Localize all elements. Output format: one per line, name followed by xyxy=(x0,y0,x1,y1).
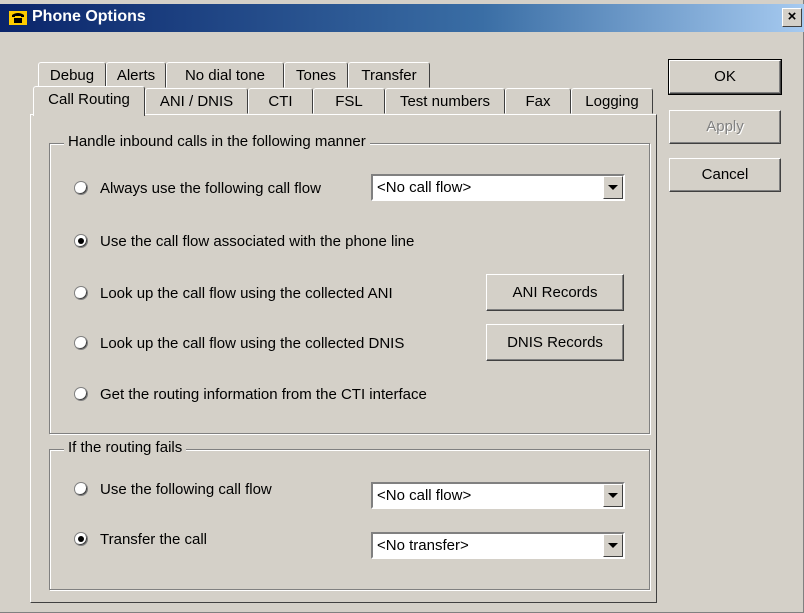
radio-button[interactable] xyxy=(74,532,88,546)
radio-lookup-dnis[interactable]: Look up the call flow using the collecte… xyxy=(74,333,404,353)
tab-cti[interactable]: CTI xyxy=(248,88,313,114)
tab-transfer[interactable]: Transfer xyxy=(348,62,430,88)
inbound-group-label: Handle inbound calls in the following ma… xyxy=(64,133,370,150)
radio-cti-routing[interactable]: Get the routing information from the CTI… xyxy=(74,384,427,404)
tab-tones[interactable]: Tones xyxy=(284,62,348,88)
call-routing-panel: Handle inbound calls in the following ma… xyxy=(30,114,657,603)
radio-label: Use the call flow associated with the ph… xyxy=(100,232,415,250)
chevron-down-icon[interactable] xyxy=(603,534,623,557)
radio-label: Always use the following call flow xyxy=(100,179,321,197)
phone-options-dialog: Phone Options × Debug Alerts No dial ton… xyxy=(0,0,804,613)
tab-call-routing[interactable]: Call Routing xyxy=(33,86,145,116)
radio-button[interactable] xyxy=(74,286,88,300)
tab-test-numbers[interactable]: Test numbers xyxy=(385,88,505,114)
routing-fails-group-label: If the routing fails xyxy=(64,439,187,456)
fail-call-flow-combo[interactable]: <No call flow> xyxy=(371,482,625,509)
title-bar: Phone Options × xyxy=(0,4,804,32)
close-button[interactable]: × xyxy=(782,8,802,27)
tab-fsl[interactable]: FSL xyxy=(313,88,385,114)
tab-fax[interactable]: Fax xyxy=(505,88,571,114)
tab-logging[interactable]: Logging xyxy=(571,88,653,114)
window-title: Phone Options xyxy=(32,8,146,25)
combo-value: <No call flow> xyxy=(377,487,472,504)
radio-lookup-ani[interactable]: Look up the call flow using the collecte… xyxy=(74,283,393,303)
chevron-down-icon[interactable] xyxy=(603,176,623,199)
radio-button[interactable] xyxy=(74,336,88,350)
radio-label: Use the following call flow xyxy=(100,480,272,498)
radio-button[interactable] xyxy=(74,181,88,195)
phone-icon xyxy=(9,11,27,25)
combo-value: <No call flow> xyxy=(377,179,472,196)
routing-fails-group: If the routing fails Use the following c… xyxy=(49,439,650,590)
inbound-group: Handle inbound calls in the following ma… xyxy=(49,133,650,434)
radio-label: Look up the call flow using the collecte… xyxy=(100,334,405,352)
radio-always-use-call-flow[interactable]: Always use the following call flow xyxy=(74,178,321,198)
tab-alerts[interactable]: Alerts xyxy=(106,62,166,88)
dnis-records-button[interactable]: DNIS Records xyxy=(486,324,624,361)
radio-label: Get the routing information from the CTI… xyxy=(100,385,427,403)
tab-no-dial-tone[interactable]: No dial tone xyxy=(166,62,284,88)
radio-use-phone-line-call-flow[interactable]: Use the call flow associated with the ph… xyxy=(74,231,414,251)
radio-use-following-call-flow[interactable]: Use the following call flow xyxy=(74,479,272,499)
radio-transfer-call[interactable]: Transfer the call xyxy=(74,529,207,549)
ok-button[interactable]: OK xyxy=(668,59,782,95)
radio-button[interactable] xyxy=(74,387,88,401)
ani-records-button[interactable]: ANI Records xyxy=(486,274,624,311)
combo-value: <No transfer> xyxy=(377,537,469,554)
radio-label: Transfer the call xyxy=(100,530,207,548)
tab-debug[interactable]: Debug xyxy=(38,62,106,88)
radio-label: Look up the call flow using the collecte… xyxy=(100,284,393,302)
apply-button[interactable]: Apply xyxy=(669,110,781,144)
always-call-flow-combo[interactable]: <No call flow> xyxy=(371,174,625,201)
tab-ani-dnis[interactable]: ANI / DNIS xyxy=(145,88,248,114)
radio-button[interactable] xyxy=(74,482,88,496)
radio-button[interactable] xyxy=(74,234,88,248)
cancel-button[interactable]: Cancel xyxy=(669,158,781,192)
chevron-down-icon[interactable] xyxy=(603,484,623,507)
transfer-combo[interactable]: <No transfer> xyxy=(371,532,625,559)
